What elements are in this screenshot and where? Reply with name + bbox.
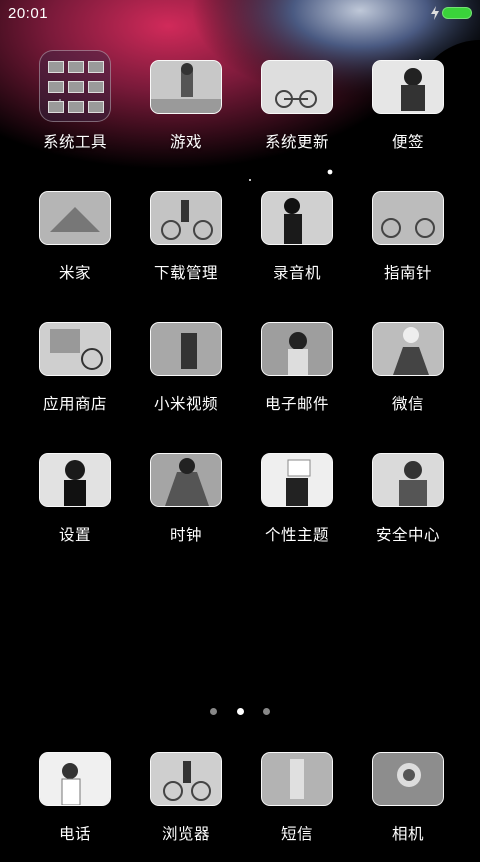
dock: 电话 浏览器 短信 相机 — [0, 0, 480, 853]
status-bar: 20:01 — [0, 0, 480, 28]
phone-icon — [39, 752, 111, 806]
dock-messages[interactable]: 短信 — [242, 752, 352, 862]
dock-browser[interactable]: 浏览器 — [131, 752, 241, 862]
app-label: 电话 — [58, 825, 91, 843]
dock-phone[interactable]: 电话 — [20, 752, 130, 862]
messages-icon — [261, 752, 333, 806]
camera-icon — [372, 752, 444, 806]
battery-icon — [442, 7, 472, 19]
app-label: 短信 — [280, 825, 313, 843]
status-time: 20:01 — [8, 5, 49, 22]
app-label: 浏览器 — [161, 825, 210, 843]
browser-icon — [150, 752, 222, 806]
charging-icon — [431, 6, 439, 20]
app-label: 相机 — [391, 825, 424, 843]
dock-camera[interactable]: 相机 — [353, 752, 463, 862]
